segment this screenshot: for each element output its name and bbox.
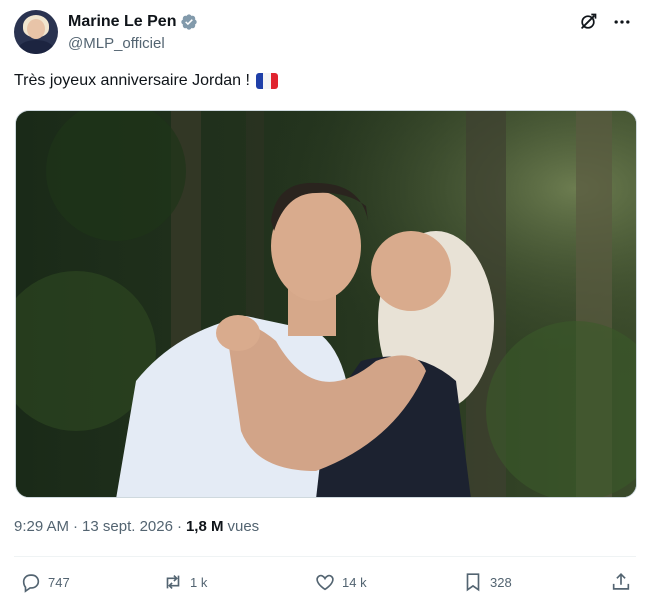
meta-separator: · xyxy=(176,518,182,535)
bookmark-icon xyxy=(466,573,480,592)
bookmark-button[interactable]: 328 xyxy=(462,571,512,593)
tweet-photo[interactable] xyxy=(15,110,637,498)
display-name[interactable]: Marine Le Pen xyxy=(68,13,176,31)
bookmark-count: 328 xyxy=(490,574,512,590)
divider xyxy=(14,556,636,557)
avatar[interactable] xyxy=(14,10,58,54)
tweet-text: Très joyeux anniversaire Jordan ! xyxy=(14,72,278,90)
share-icon xyxy=(612,573,630,590)
action-bar: 747 1 k 14 k 328 xyxy=(14,568,636,598)
french-flag-emoji xyxy=(255,73,278,89)
handle[interactable]: @MLP_officiel xyxy=(68,35,198,52)
verified-badge-icon[interactable] xyxy=(180,13,198,31)
author-info: Marine Le Pen @MLP_officiel xyxy=(68,12,198,52)
tweet-time[interactable]: 9:29 AM xyxy=(14,518,69,535)
like-button[interactable]: 14 k xyxy=(314,571,367,593)
retweet-button[interactable]: 1 k xyxy=(162,571,207,593)
reply-count: 747 xyxy=(48,574,70,590)
tweet-meta: 9:29 AM · 13 sept. 2026 · 1,8 M vues xyxy=(14,518,259,535)
views-count[interactable]: 1,8 M xyxy=(186,518,224,535)
tweet-body: Très joyeux anniversaire Jordan ! xyxy=(14,72,250,89)
grok-icon[interactable] xyxy=(578,12,598,32)
tweet-header: Marine Le Pen @MLP_officiel xyxy=(14,10,636,56)
share-button[interactable] xyxy=(610,571,632,593)
retweet-icon xyxy=(166,574,180,590)
meta-separator: · xyxy=(73,518,79,535)
views-label: vues xyxy=(227,518,260,535)
reply-icon xyxy=(22,574,40,593)
tweet-date[interactable]: 13 sept. 2026 xyxy=(82,518,173,535)
more-options-icon[interactable] xyxy=(612,12,632,32)
heart-icon xyxy=(316,574,334,591)
reply-button[interactable]: 747 xyxy=(20,571,70,593)
retweet-count: 1 k xyxy=(190,574,208,590)
like-count: 14 k xyxy=(342,574,367,590)
